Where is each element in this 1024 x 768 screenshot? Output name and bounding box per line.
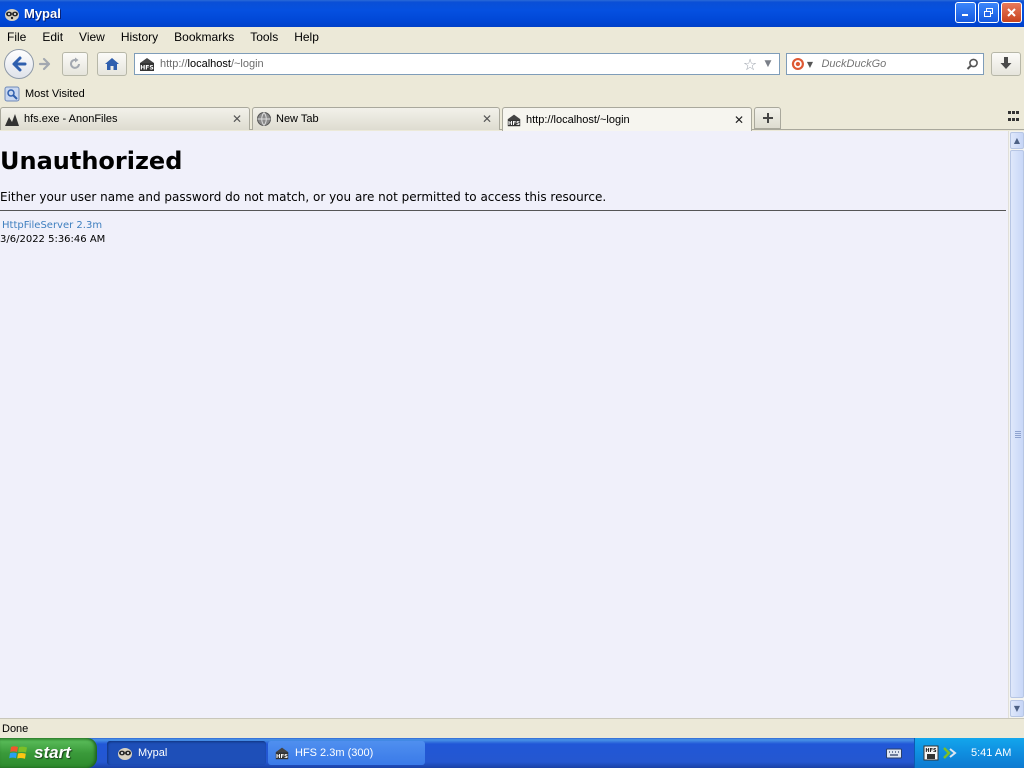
system-tray: HFS 5:41 AM (914, 738, 1024, 768)
close-icon (1007, 8, 1016, 17)
start-label: start (34, 743, 71, 762)
back-button[interactable] (4, 49, 34, 79)
mypal-icon (118, 748, 132, 760)
minimize-icon (962, 14, 968, 16)
tab-new-tab[interactable]: New Tab ✕ (252, 107, 500, 130)
globe-icon (257, 112, 271, 126)
download-icon (1000, 57, 1012, 69)
mypal-icon (5, 8, 19, 21)
windows-logo-icon (9, 746, 27, 759)
reload-icon (70, 57, 80, 69)
page-content: Unauthorized Either your user name and p… (0, 131, 1008, 718)
server-timestamp: 3/6/2022 5:36:46 AM (0, 234, 106, 245)
hfs-tray-icon[interactable]: HFS (923, 745, 939, 761)
bookmark-star-icon[interactable]: ☆ (741, 55, 759, 74)
scroll-down-arrow-icon[interactable]: ▼ (1010, 700, 1024, 717)
duckduckgo-icon[interactable] (791, 56, 805, 72)
url-text[interactable]: http://localhost/~login (160, 58, 741, 70)
tab-label: New Tab (276, 113, 319, 125)
taskbar-item-hfs[interactable]: HFS HFS 2.3m (300) (268, 741, 425, 765)
start-button[interactable]: start (0, 738, 97, 768)
forward-button[interactable] (35, 54, 55, 74)
menu-bar: File Edit View History Bookmarks Tools H… (0, 27, 1024, 46)
home-button[interactable] (97, 52, 127, 76)
tab-anonfiles[interactable]: hfs.exe - AnonFiles ✕ (0, 107, 250, 130)
downloads-button[interactable] (991, 52, 1021, 76)
bookmark-most-visited[interactable]: Most Visited (25, 88, 85, 100)
taskbar-item-mypal[interactable]: Mypal (107, 741, 266, 765)
menu-tools[interactable]: Tools (243, 30, 285, 44)
forward-arrow-icon (38, 57, 51, 71)
plus-icon (762, 113, 773, 123)
keyboard-icon[interactable] (886, 746, 902, 760)
url-history-dropdown-icon[interactable]: ▼ (761, 59, 775, 69)
status-text: Done (2, 722, 29, 735)
close-window-button[interactable] (1001, 2, 1022, 23)
hfs-icon: HFS (140, 58, 154, 72)
tab-localhost-login[interactable]: HFS http://localhost/~login ✕ (502, 107, 752, 131)
menu-file[interactable]: File (0, 30, 33, 44)
search-engine-dropdown-icon[interactable]: ▼ (807, 60, 816, 69)
minimize-button[interactable] (955, 2, 976, 23)
most-visited-icon (4, 86, 20, 102)
error-message: Either your user name and password do no… (0, 190, 607, 204)
tab-strip: hfs.exe - AnonFiles ✕ New Tab ✕ HFS http… (0, 105, 1024, 131)
close-tab-icon[interactable]: ✕ (732, 113, 746, 127)
scroll-up-arrow-icon[interactable]: ▲ (1010, 132, 1024, 149)
home-icon (105, 58, 119, 70)
close-tab-icon[interactable]: ✕ (230, 112, 244, 126)
status-bar: Done (0, 718, 1024, 738)
tab-label: hfs.exe - AnonFiles (24, 113, 118, 125)
hfs-icon: HFS (275, 747, 289, 760)
tab-label: http://localhost/~login (526, 113, 630, 126)
taskbar-item-label: Mypal (138, 747, 168, 759)
svg-text:HFS: HFS (508, 120, 520, 126)
taskbar: start Mypal HFS HFS 2.3m (300) HFS 5:41 … (0, 738, 1024, 768)
network-icon[interactable] (941, 745, 957, 761)
search-input[interactable] (821, 58, 965, 70)
restore-button[interactable] (978, 2, 999, 23)
svg-text:HFS: HFS (276, 754, 288, 760)
window-title: Mypal (24, 6, 61, 21)
taskbar-item-label: HFS 2.3m (300) (295, 747, 374, 759)
menu-view[interactable]: View (72, 30, 112, 44)
magnifier-icon (966, 58, 978, 70)
clock[interactable]: 5:41 AM (971, 747, 1011, 759)
page-heading: Unauthorized (0, 147, 183, 175)
search-bar[interactable]: ▼ (786, 53, 984, 75)
close-tab-icon[interactable]: ✕ (480, 112, 494, 126)
menu-help[interactable]: Help (287, 30, 326, 44)
reload-button[interactable] (62, 52, 88, 76)
svg-text:HFS: HFS (925, 748, 937, 754)
divider (0, 210, 1006, 211)
new-tab-button[interactable] (754, 107, 781, 129)
window-titlebar[interactable]: Mypal (0, 0, 1024, 27)
back-arrow-icon (12, 56, 27, 72)
navigation-toolbar: HFS http://localhost/~login ☆ ▼ ▼ (0, 46, 1024, 82)
server-link[interactable]: HttpFileServer 2.3m (2, 219, 102, 232)
menu-edit[interactable]: Edit (35, 30, 70, 44)
anonfiles-icon (5, 114, 19, 126)
menu-history[interactable]: History (114, 30, 165, 44)
vertical-scrollbar[interactable]: ▲ ▼ (1008, 131, 1024, 718)
hfs-icon: HFS (507, 114, 521, 126)
restore-icon (984, 8, 993, 17)
search-button[interactable] (964, 58, 980, 71)
bookmarks-toolbar: Most Visited (0, 84, 1024, 104)
scrollbar-thumb[interactable] (1010, 150, 1024, 698)
list-all-tabs-button[interactable] (1008, 111, 1020, 123)
menu-bookmarks[interactable]: Bookmarks (167, 30, 241, 44)
svg-text:HFS: HFS (140, 65, 153, 72)
address-bar[interactable]: HFS http://localhost/~login ☆ ▼ (134, 53, 780, 75)
